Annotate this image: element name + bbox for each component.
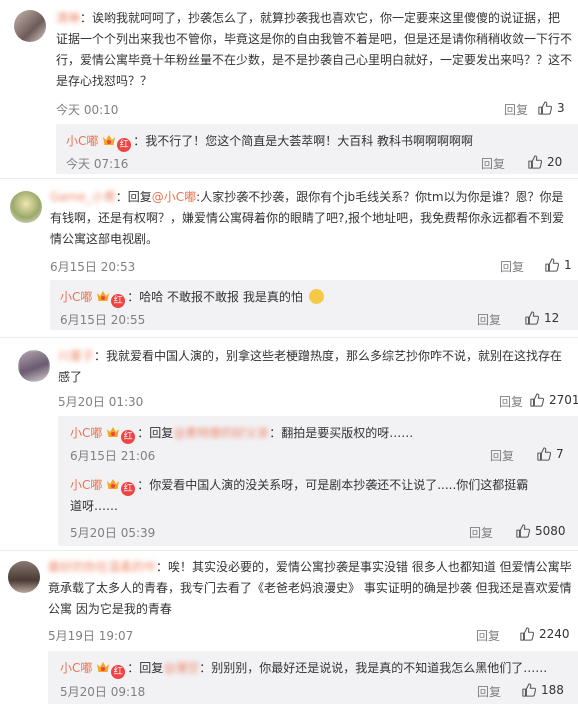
sub-reply: 小C嘟 红：我不行了！您这个简直是大荟萃啊！大百科 教科书啊啊啊啊啊 [66, 134, 474, 152]
vip-crown-icon [96, 290, 110, 303]
reply-button[interactable]: 回复 [469, 524, 493, 541]
thumbs-up-icon [525, 311, 539, 325]
red-badge-icon: 红 [111, 665, 126, 679]
thumbs-up-icon [528, 155, 542, 169]
like-count: 3 [557, 101, 565, 115]
avatar[interactable] [14, 10, 46, 42]
reply-timestamp: 今天 07:16 [66, 157, 129, 171]
comment-text: Game_小青：回复@小C嘟:人家抄袭不抄袭，跟你有个jb毛线关系？你tm以为你… [50, 190, 565, 246]
reply-button[interactable]: 回复 [499, 393, 523, 410]
scared-emoji-icon [308, 289, 324, 304]
comment-4: 最好的你在温柔的中：唉！其实没必要的，爱情公寓抄袭是事实没错 很多人也都知道 但… [0, 551, 578, 704]
reply-button[interactable]: 回复 [481, 155, 505, 172]
like-count: 7 [556, 447, 564, 461]
username[interactable]: 最好的你在温柔的中 [48, 560, 156, 574]
reply-username[interactable]: 小C嘟 [60, 661, 92, 675]
like-button[interactable]: 7 [537, 447, 564, 461]
reply-username[interactable]: 小C嘟 [70, 478, 102, 492]
comment-1: 清琳：诶哟我就呵呵了，抄袭怎么了，就算抄袭我也喜欢它，你一定要来这里傻傻的说证据… [0, 0, 578, 178]
thumbs-up-icon [545, 258, 559, 272]
reply-button[interactable]: 回复 [476, 627, 500, 644]
reply-button[interactable]: 回复 [500, 258, 524, 275]
comment-body: 诶哟我就呵呵了，抄袭怎么了，就算抄袭我也喜欢它，你一定要来这里傻傻的说证据，把证… [56, 11, 573, 88]
red-badge-icon: 红 [111, 294, 126, 308]
sub-reply: 小C嘟 红：回复@蒲空：别别别，你最好还是说说，我是真的不知道我怎么黑他们了…… [60, 661, 548, 679]
thumbs-up-icon [522, 683, 536, 697]
comment-3: 川夏子：我就爱看中国人演的，别拿这些老梗蹭热度，那么多综艺抄你咋不说，就别在这找… [0, 338, 578, 550]
like-count: 20 [547, 155, 563, 169]
like-button[interactable]: 20 [528, 155, 562, 169]
reply-username[interactable]: 小C嘟 [60, 290, 92, 304]
avatar[interactable] [8, 561, 40, 593]
avatar[interactable] [10, 191, 42, 223]
avatar[interactable] [18, 350, 50, 382]
reply-text: 别别别，你最好还是说说，我是真的不知道我怎么黑他们了…… [211, 661, 548, 675]
red-badge-icon: 红 [117, 138, 132, 152]
username[interactable]: 清琳 [56, 11, 80, 25]
thumbs-up-icon [537, 447, 551, 461]
reply-text: 翻拍是要买版权的呀…… [281, 426, 414, 440]
reply-text: 我不行了！您这个简直是大荟萃啊！大百科 教科书啊啊啊啊啊 [145, 134, 474, 148]
like-count: 5080 [535, 524, 566, 538]
timestamp: 今天 00:10 [56, 103, 119, 117]
comment-text: 清琳：诶哟我就呵呵了，抄袭怎么了，就算抄袭我也喜欢它，你一定要来这里傻傻的说证据… [56, 11, 573, 88]
sub-reply-2: 小C嘟 红：你爱看中国人演的没关系呀，可是剧本抄袭还不让说了.....你们这都挺… [70, 478, 529, 513]
sub-reply: 小C嘟 红：哈哈 不敢报不敢报 我是真的怕 [60, 288, 572, 308]
like-button[interactable]: 5080 [516, 524, 566, 538]
like-count: 12 [544, 311, 560, 325]
vip-crown-icon [96, 661, 110, 674]
reply-text: 哈哈 不敢报不敢报 我是真的怕 [139, 290, 303, 304]
username[interactable]: 川夏子 [58, 349, 94, 363]
reply-button[interactable]: 回复 [477, 311, 501, 328]
like-button[interactable]: 12 [525, 311, 559, 325]
like-count: 2240 [539, 627, 570, 641]
like-button[interactable]: 1 [545, 258, 572, 272]
like-button[interactable]: 3 [538, 101, 565, 115]
username[interactable]: Game_小青 [50, 190, 116, 204]
comment-body: 我就爱看中国人演的，别拿这些老梗蹭热度，那么多综艺抄你咋不说，就别在这找存在感了 [58, 349, 563, 384]
mention-link[interactable]: @蒲空 [163, 661, 199, 675]
comment-text: 川夏子：我就爱看中国人演的，别拿这些老梗蹭热度，那么多综艺抄你咋不说，就别在这找… [58, 349, 563, 384]
like-count: 188 [541, 683, 564, 697]
mention-link[interactable]: @小C嘟 [152, 190, 196, 204]
reply-timestamp: 6月15日 21:06 [70, 449, 156, 463]
vip-crown-icon [106, 426, 120, 439]
timestamp: 6月15日 20:53 [50, 260, 136, 274]
red-badge-icon: 红 [121, 482, 136, 496]
thumbs-up-icon [520, 627, 534, 641]
vip-crown-icon [102, 134, 116, 147]
reply-button[interactable]: 回复 [490, 447, 514, 464]
reply-username[interactable]: 小C嘟 [66, 134, 98, 148]
like-button[interactable]: 2701 [530, 393, 578, 407]
thumbs-up-icon [516, 524, 530, 538]
like-count: 1 [564, 258, 572, 272]
timestamp: 5月20日 01:30 [58, 395, 144, 409]
reply-timestamp: 5月20日 05:39 [70, 526, 156, 540]
reply-username[interactable]: 小C嘟 [70, 426, 102, 440]
like-count: 2701 [549, 393, 578, 407]
like-button[interactable]: 2240 [520, 627, 570, 641]
red-badge-icon: 红 [121, 430, 136, 444]
mention-link[interactable]: @黄特摩的好父亲 [173, 426, 269, 440]
comment-2: Game_小青：回复@小C嘟:人家抄袭不抄袭，跟你有个jb毛线关系？你tm以为你… [0, 179, 578, 337]
like-button[interactable]: 188 [522, 683, 564, 697]
timestamp: 5月19日 19:07 [48, 629, 134, 643]
thumbs-up-icon [538, 101, 552, 115]
reply-timestamp: 6月15日 20:55 [60, 313, 146, 327]
reply-timestamp: 5月20日 09:18 [60, 685, 146, 699]
vip-crown-icon [106, 478, 120, 491]
comment-text: 最好的你在温柔的中：唉！其实没必要的，爱情公寓抄袭是事实没错 很多人也都知道 但… [48, 560, 572, 616]
sub-reply-1: 小C嘟 红：回复@黄特摩的好父亲：翻拍是要买版权的呀…… [70, 426, 414, 444]
reply-button[interactable]: 回复 [477, 683, 501, 700]
reply-button[interactable]: 回复 [504, 101, 528, 118]
thumbs-up-icon [530, 393, 544, 407]
